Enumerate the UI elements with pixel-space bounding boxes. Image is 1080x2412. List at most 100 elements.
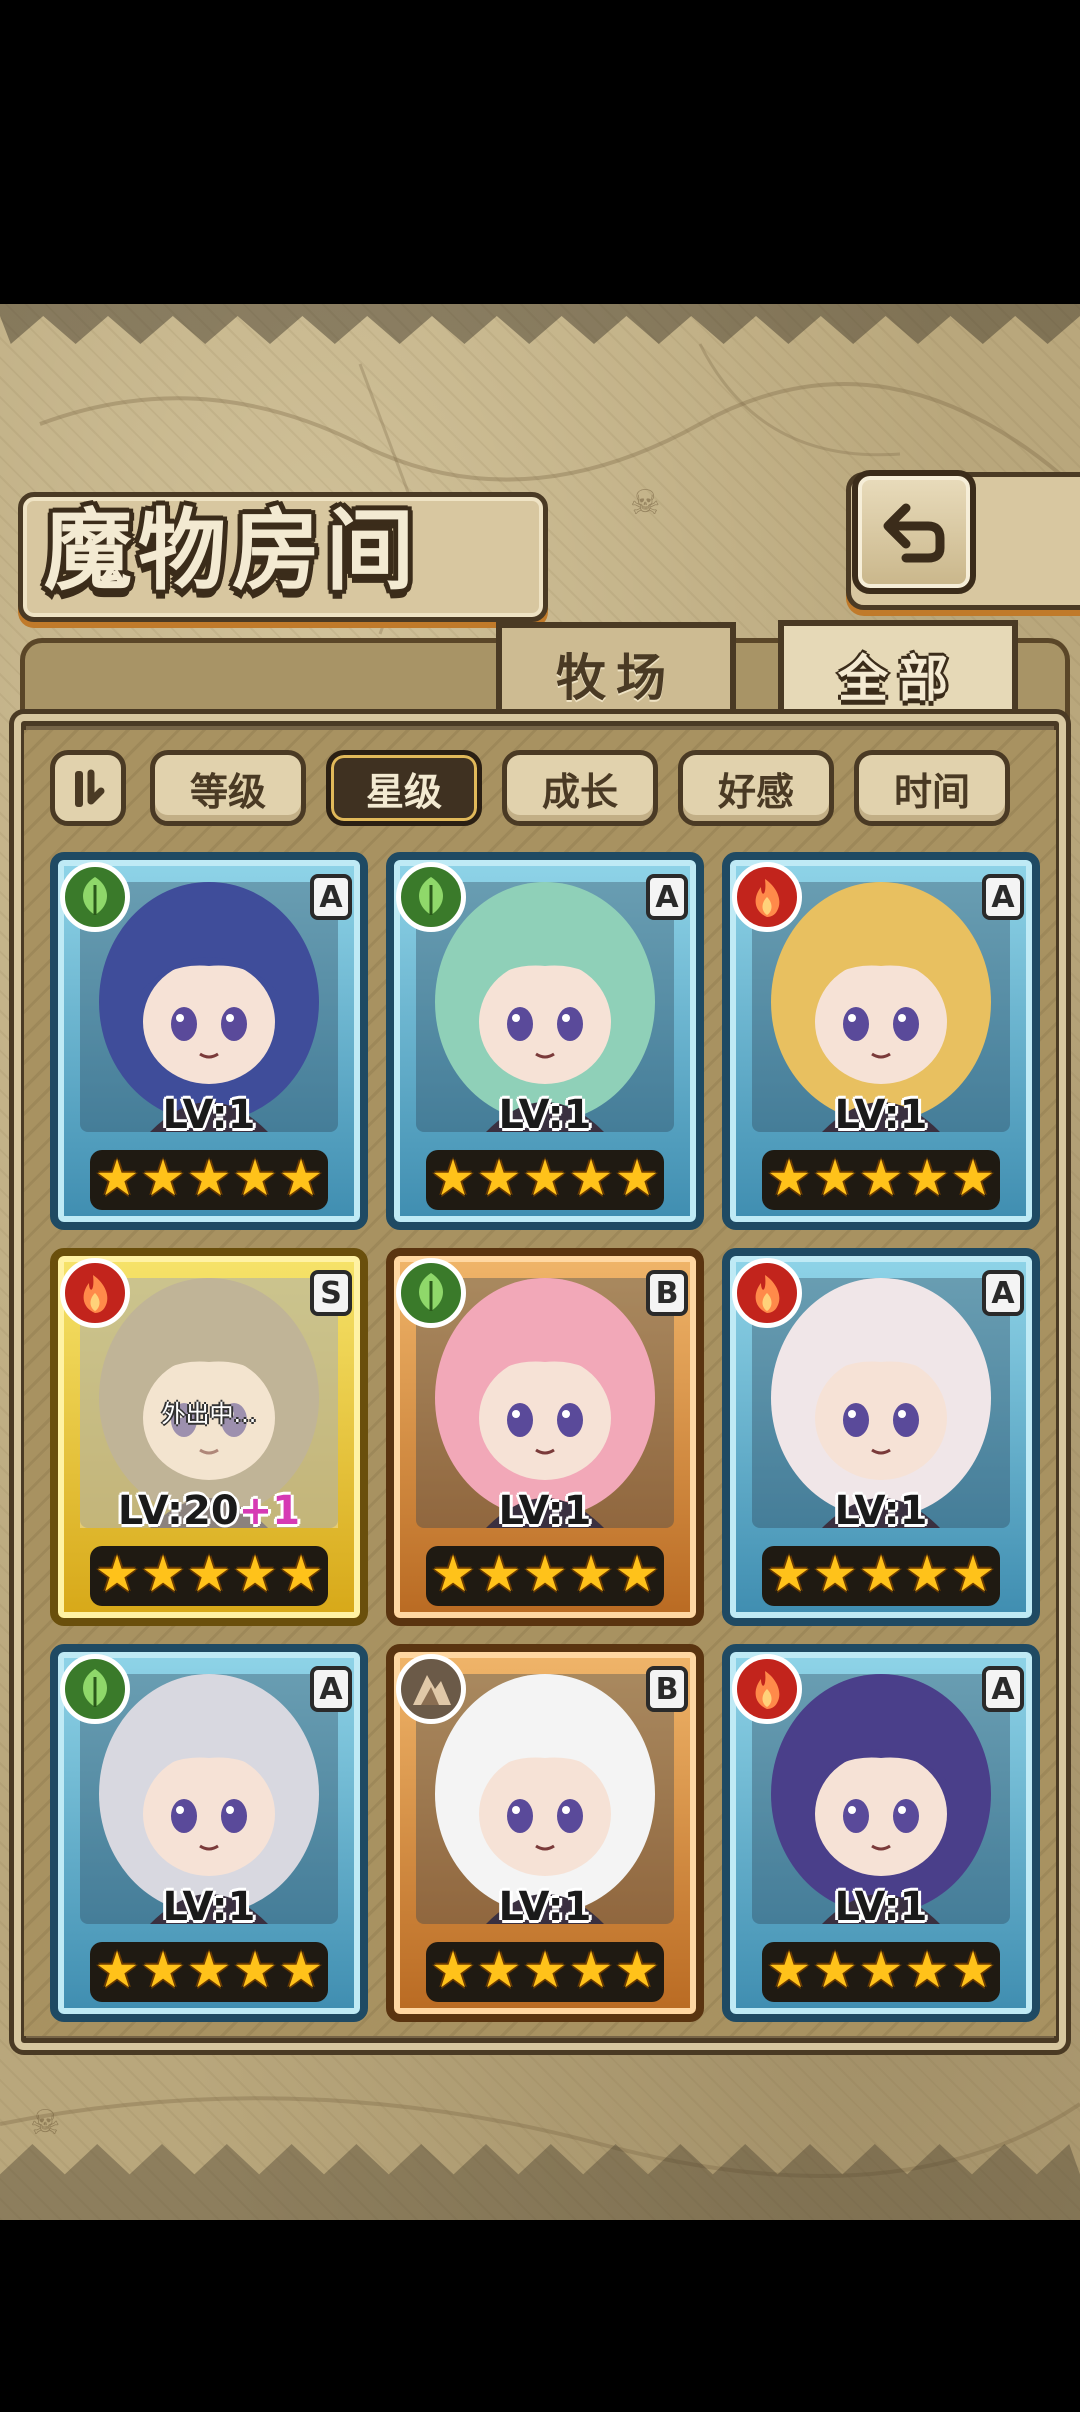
fire-element-icon xyxy=(60,1258,130,1328)
star-icon: ★ xyxy=(278,1941,324,1999)
level-text: LV:1 xyxy=(498,1884,592,1930)
rank-badge: A xyxy=(646,874,688,920)
rank-badge: A xyxy=(310,874,352,920)
star-icon: ★ xyxy=(858,1149,904,1207)
star-rating: ★ ★ ★ ★ ★ xyxy=(426,1150,664,1210)
monster-level: LV:1 xyxy=(394,1884,696,1930)
star-icon: ★ xyxy=(94,1545,140,1603)
rank-badge: A xyxy=(310,1666,352,1712)
sort-by-affection-label: 好感 xyxy=(717,769,794,814)
level-text: LV:1 xyxy=(162,1092,256,1138)
star-icon: ★ xyxy=(568,1545,614,1603)
tab-ranch[interactable]: 牧场 xyxy=(496,622,736,720)
monster-card[interactable]: A LV:1 ★ ★ ★ ★ ★ xyxy=(386,852,704,1230)
back-button[interactable] xyxy=(852,470,976,594)
monster-level: LV:1 xyxy=(58,1884,360,1930)
sort-by-affection-button[interactable]: 好感 xyxy=(678,750,834,826)
star-icon: ★ xyxy=(430,1149,476,1207)
sort-by-time-label: 时间 xyxy=(893,769,970,814)
level-text: LV:1 xyxy=(498,1092,592,1138)
star-icon: ★ xyxy=(278,1545,324,1603)
monster-level: LV:1 xyxy=(394,1092,696,1138)
star-icon: ★ xyxy=(186,1941,232,1999)
sort-by-growth-label: 成长 xyxy=(541,769,618,814)
tab-ranch-label: 牧场 xyxy=(556,648,676,707)
svg-text:☠: ☠ xyxy=(630,483,660,523)
star-icon: ★ xyxy=(812,1149,858,1207)
rank-badge: B xyxy=(646,1666,688,1712)
star-icon: ★ xyxy=(94,1941,140,1999)
star-icon: ★ xyxy=(568,1941,614,1999)
star-icon: ★ xyxy=(614,1941,660,1999)
earth-element-icon xyxy=(396,1654,466,1724)
star-icon: ★ xyxy=(522,1941,568,1999)
star-icon: ★ xyxy=(522,1149,568,1207)
leaf-element-icon xyxy=(60,862,130,932)
star-icon: ★ xyxy=(430,1941,476,1999)
rank-badge: A xyxy=(982,874,1024,920)
sort-by-star-button[interactable]: 星级 xyxy=(326,750,482,826)
star-icon: ★ xyxy=(232,1149,278,1207)
star-icon: ★ xyxy=(614,1545,660,1603)
game-screen: ☠ ☠ 魔物房间 牧场 全部 等级 星级 成长 好感 时间 A LV:1 ★ ★… xyxy=(0,304,1080,2220)
star-icon: ★ xyxy=(904,1149,950,1207)
level-text: LV:1 xyxy=(834,1884,928,1930)
sort-order-icon xyxy=(75,769,105,807)
star-icon: ★ xyxy=(766,1941,812,1999)
return-arrow-icon xyxy=(883,503,945,563)
star-icon: ★ xyxy=(522,1545,568,1603)
sort-by-star-label: 星级 xyxy=(365,769,442,814)
level-text: LV:1 xyxy=(834,1488,928,1534)
star-icon: ★ xyxy=(614,1149,660,1207)
star-icon: ★ xyxy=(858,1545,904,1603)
monster-level: LV:1 xyxy=(58,1092,360,1138)
star-rating: ★ ★ ★ ★ ★ xyxy=(90,1150,328,1210)
monster-card[interactable]: A LV:1 ★ ★ ★ ★ ★ xyxy=(50,852,368,1230)
page-title: 魔物房间 xyxy=(44,498,421,602)
star-icon: ★ xyxy=(430,1545,476,1603)
leaf-element-icon xyxy=(60,1654,130,1724)
fire-element-icon xyxy=(732,1258,802,1328)
monster-card[interactable]: A LV:1 ★ ★ ★ ★ ★ xyxy=(50,1644,368,2022)
star-icon: ★ xyxy=(950,1149,996,1207)
star-icon: ★ xyxy=(186,1545,232,1603)
level-text: LV:1 xyxy=(834,1092,928,1138)
monster-card[interactable]: B LV:1 ★ ★ ★ ★ ★ xyxy=(386,1644,704,2022)
star-icon: ★ xyxy=(476,1941,522,1999)
star-rating: ★ ★ ★ ★ ★ xyxy=(762,1546,1000,1606)
monster-card[interactable]: A LV:1 ★ ★ ★ ★ ★ xyxy=(722,1248,1040,1626)
rank-badge: A xyxy=(982,1666,1024,1712)
fire-element-icon xyxy=(732,1654,802,1724)
star-icon: ★ xyxy=(812,1941,858,1999)
star-icon: ★ xyxy=(232,1545,278,1603)
star-icon: ★ xyxy=(186,1149,232,1207)
sort-by-level-button[interactable]: 等级 xyxy=(150,750,306,826)
monster-card[interactable]: B LV:1 ★ ★ ★ ★ ★ xyxy=(386,1248,704,1626)
star-icon: ★ xyxy=(140,1545,186,1603)
star-icon: ★ xyxy=(232,1941,278,1999)
sort-by-time-button[interactable]: 时间 xyxy=(854,750,1010,826)
monster-card[interactable]: A LV:1 ★ ★ ★ ★ ★ xyxy=(722,852,1040,1230)
svg-text:☠: ☠ xyxy=(30,2103,60,2143)
rank-badge: A xyxy=(982,1270,1024,1316)
star-icon: ★ xyxy=(950,1545,996,1603)
sort-by-growth-button[interactable]: 成长 xyxy=(502,750,658,826)
monster-card[interactable]: 外出中... S LV:20+1 ★ ★ ★ ★ ★ xyxy=(50,1248,368,1626)
monster-level: LV:1 xyxy=(730,1092,1032,1138)
star-icon: ★ xyxy=(94,1149,140,1207)
star-icon: ★ xyxy=(140,1941,186,1999)
tab-all[interactable]: 全部 xyxy=(778,620,1018,724)
star-icon: ★ xyxy=(278,1149,324,1207)
star-icon: ★ xyxy=(568,1149,614,1207)
sort-order-toggle[interactable] xyxy=(50,750,126,826)
monster-card[interactable]: A LV:1 ★ ★ ★ ★ ★ xyxy=(722,1644,1040,2022)
leaf-element-icon xyxy=(396,862,466,932)
star-rating: ★ ★ ★ ★ ★ xyxy=(426,1942,664,2002)
star-icon: ★ xyxy=(904,1545,950,1603)
star-rating: ★ ★ ★ ★ ★ xyxy=(90,1942,328,2002)
leaf-element-icon xyxy=(396,1258,466,1328)
star-rating: ★ ★ ★ ★ ★ xyxy=(762,1942,1000,2002)
monster-status: 外出中... xyxy=(161,1400,257,1428)
level-text: LV:1 xyxy=(162,1884,256,1930)
star-rating: ★ ★ ★ ★ ★ xyxy=(90,1546,328,1606)
